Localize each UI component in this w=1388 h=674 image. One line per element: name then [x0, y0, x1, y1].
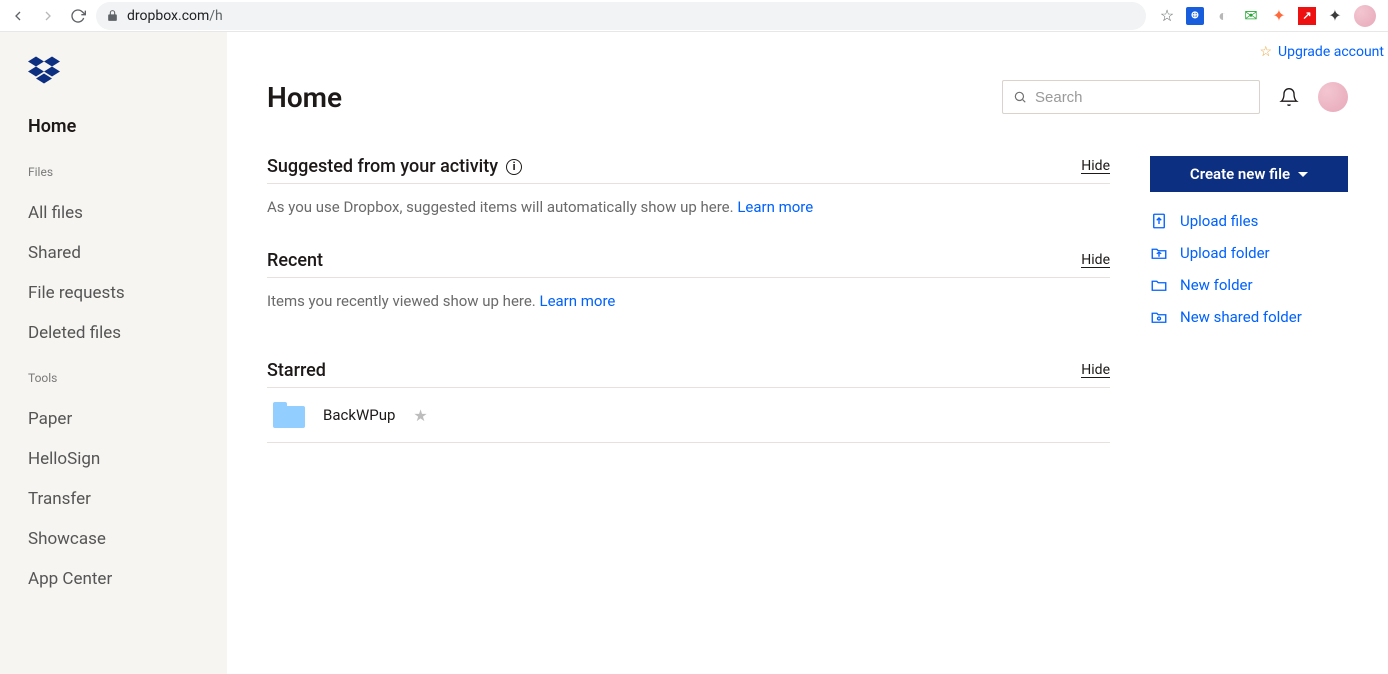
- browser-profile-avatar[interactable]: [1354, 5, 1376, 27]
- create-label: Create new file: [1190, 165, 1290, 183]
- bookmark-star-icon[interactable]: ☆: [1158, 7, 1176, 25]
- sidebar-item-home[interactable]: Home: [28, 116, 227, 165]
- account-avatar[interactable]: [1318, 82, 1348, 112]
- recent-hide-button[interactable]: Hide: [1081, 253, 1110, 268]
- browser-toolbar: dropbox.com/h ☆ ⊕ ◐ ✉ ✦ ↗ ✦: [0, 0, 1388, 32]
- bell-icon: [1279, 87, 1299, 107]
- reload-button[interactable]: [66, 4, 90, 28]
- sidebar-item-deleted-files[interactable]: Deleted files: [28, 313, 227, 353]
- action-new-folder[interactable]: New folder: [1150, 276, 1348, 294]
- main-content: ☆ Upgrade account Home Suggested from yo…: [227, 32, 1388, 674]
- action-new-shared-folder[interactable]: New shared folder: [1150, 308, 1348, 326]
- sidebar-section-tools-label: Tools: [28, 371, 227, 399]
- url-host: dropbox.com: [127, 8, 209, 24]
- dropbox-logo[interactable]: [0, 50, 227, 116]
- forward-button[interactable]: [36, 4, 60, 28]
- search-icon: [1013, 90, 1027, 104]
- search-input[interactable]: [1035, 89, 1249, 106]
- sidebar-item-shared[interactable]: Shared: [28, 233, 227, 273]
- chevron-down-icon: [1298, 172, 1308, 177]
- sidebar-item-all-files[interactable]: All files: [28, 193, 227, 233]
- page-header: Home: [267, 32, 1348, 114]
- center-column: Suggested from your activity i Hide As y…: [267, 156, 1110, 477]
- recent-text: Items you recently viewed show up here.: [267, 292, 539, 310]
- upgrade-label: Upgrade account: [1278, 44, 1384, 60]
- action-upload-files[interactable]: Upload files: [1150, 212, 1348, 230]
- sidebar-item-file-requests[interactable]: File requests: [28, 273, 227, 313]
- upgrade-star-icon: ☆: [1259, 44, 1272, 60]
- recent-title: Recent: [267, 250, 323, 271]
- new-folder-icon: [1150, 276, 1168, 294]
- extensions-menu-icon[interactable]: ✦: [1326, 7, 1344, 25]
- starred-title: Starred: [267, 360, 326, 381]
- extension-icon-3[interactable]: ✉: [1242, 7, 1260, 25]
- section-starred: Starred Hide BackWPup ★: [267, 360, 1110, 443]
- sidebar-item-app-center[interactable]: App Center: [28, 559, 227, 599]
- sidebar-item-showcase[interactable]: Showcase: [28, 519, 227, 559]
- new-shared-folder-icon: [1150, 308, 1168, 326]
- dropbox-logo-icon: [28, 56, 60, 84]
- address-bar[interactable]: dropbox.com/h: [96, 2, 1146, 30]
- action-upload-folder[interactable]: Upload folder: [1150, 244, 1348, 262]
- action-label: New shared folder: [1180, 308, 1302, 326]
- starred-hide-button[interactable]: Hide: [1081, 363, 1110, 378]
- action-label: New folder: [1180, 276, 1253, 294]
- section-recent: Recent Hide Items you recently viewed sh…: [267, 250, 1110, 310]
- extension-icon-4[interactable]: ✦: [1270, 7, 1288, 25]
- url-path: /h: [209, 8, 223, 24]
- notifications-button[interactable]: [1278, 86, 1300, 108]
- extension-icon-1[interactable]: ⊕: [1186, 7, 1204, 25]
- back-button[interactable]: [6, 4, 30, 28]
- right-column: Create new file Upload files Upl: [1150, 156, 1348, 477]
- recent-learn-more-link[interactable]: Learn more: [539, 292, 615, 310]
- page-title: Home: [267, 81, 984, 114]
- action-label: Upload files: [1180, 212, 1258, 230]
- starred-item-name: BackWPup: [323, 406, 395, 424]
- suggested-text: As you use Dropbox, suggested items will…: [267, 198, 737, 216]
- section-suggested: Suggested from your activity i Hide As y…: [267, 156, 1110, 216]
- info-icon[interactable]: i: [506, 159, 522, 175]
- search-box[interactable]: [1002, 80, 1260, 114]
- star-toggle-icon[interactable]: ★: [413, 406, 427, 425]
- sidebar-item-paper[interactable]: Paper: [28, 399, 227, 439]
- folder-icon: [273, 402, 305, 428]
- sidebar-item-hellosign[interactable]: HelloSign: [28, 439, 227, 479]
- upload-folder-icon: [1150, 244, 1168, 262]
- suggested-learn-more-link[interactable]: Learn more: [737, 198, 813, 216]
- suggested-title: Suggested from your activity: [267, 156, 498, 177]
- sidebar-section-files-label: Files: [28, 165, 227, 193]
- extension-icon-2[interactable]: ◐: [1214, 7, 1232, 25]
- extension-tray: ☆ ⊕ ◐ ✉ ✦ ↗ ✦: [1152, 5, 1382, 27]
- starred-item-row[interactable]: BackWPup ★: [267, 388, 1110, 443]
- sidebar-item-transfer[interactable]: Transfer: [28, 479, 227, 519]
- action-label: Upload folder: [1180, 244, 1270, 262]
- lock-icon: [106, 9, 119, 22]
- upgrade-account-link[interactable]: ☆ Upgrade account: [1259, 44, 1384, 60]
- sidebar: Home Files All files Shared File request…: [0, 32, 227, 674]
- extension-icon-5[interactable]: ↗: [1298, 7, 1316, 25]
- suggested-hide-button[interactable]: Hide: [1081, 159, 1110, 174]
- upload-file-icon: [1150, 212, 1168, 230]
- create-new-file-button[interactable]: Create new file: [1150, 156, 1348, 192]
